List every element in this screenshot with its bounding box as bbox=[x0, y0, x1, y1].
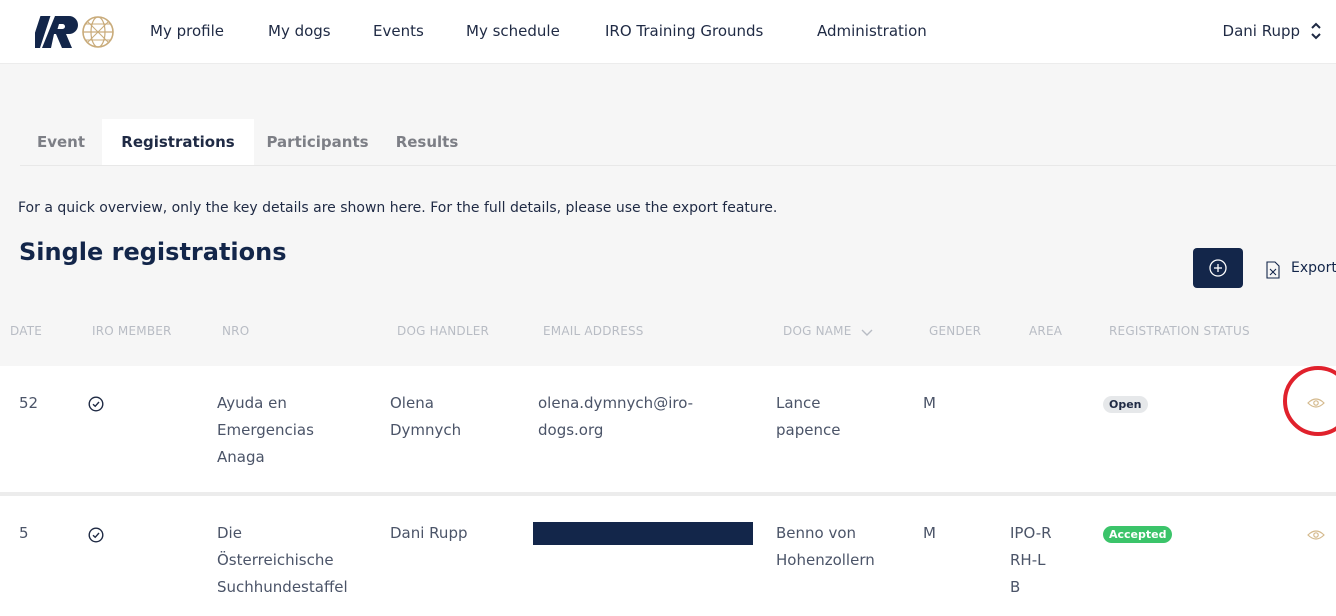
user-menu[interactable]: Dani Rupp bbox=[1223, 22, 1300, 40]
nav-iro-training-grounds[interactable]: IRO Training Grounds bbox=[605, 22, 763, 40]
nav-events[interactable]: Events bbox=[373, 22, 424, 40]
excel-file-icon bbox=[1266, 261, 1280, 279]
plus-circle-icon bbox=[1209, 259, 1227, 277]
dog-name-header-label: DOG NAME bbox=[783, 324, 852, 338]
area-line: B bbox=[1010, 578, 1021, 596]
column-header-gender[interactable]: GENDER bbox=[929, 324, 981, 338]
section-title: Single registrations bbox=[19, 238, 287, 266]
dog-name-cell: Lance papence bbox=[776, 390, 840, 444]
dog-handler-cell: Dani Rupp bbox=[390, 520, 467, 547]
dog-name-line: Benno von bbox=[776, 524, 857, 542]
nro-line: Die bbox=[217, 524, 242, 542]
nav-administration[interactable]: Administration bbox=[817, 22, 927, 40]
export-label: Export bbox=[1291, 260, 1336, 276]
nro-line: Ayuda en bbox=[217, 394, 287, 412]
dog-name-line: papence bbox=[776, 421, 841, 439]
column-header-dog-handler[interactable]: DOG HANDLER bbox=[397, 324, 489, 338]
status-badge: Accepted bbox=[1103, 526, 1173, 543]
check-circle-icon bbox=[88, 527, 104, 543]
gender-cell: M bbox=[923, 524, 936, 542]
handler-line: Olena bbox=[390, 394, 434, 412]
nro-line: Österreichische bbox=[217, 551, 334, 569]
table-row: 5 Die Österreichische Suchhundestaffel D… bbox=[0, 496, 1336, 616]
chevron-up-down-icon[interactable] bbox=[1308, 20, 1324, 42]
table-row: 52 Ayuda en Emergencias Anaga Olena Dymn… bbox=[0, 366, 1336, 492]
chevron-down-icon bbox=[861, 329, 873, 336]
check-circle-icon bbox=[88, 396, 104, 412]
dog-name-cell: Benno von Hohenzollern bbox=[776, 520, 875, 574]
status-badge: Open bbox=[1103, 396, 1148, 413]
gender-cell: M bbox=[923, 394, 936, 412]
nav-my-dogs[interactable]: My dogs bbox=[268, 22, 331, 40]
email-line: dogs.org bbox=[538, 421, 604, 439]
column-header-iro-member[interactable]: IRO MEMBER bbox=[92, 324, 172, 338]
column-header-date[interactable]: DATE bbox=[10, 324, 42, 338]
area-cell: IPO-R RH-L B bbox=[1010, 520, 1052, 601]
nro-line: Suchhundestaffel bbox=[217, 578, 348, 596]
column-header-dog-name[interactable]: DOG NAME bbox=[783, 324, 874, 338]
add-registration-button[interactable] bbox=[1193, 248, 1243, 288]
area-line: IPO-R bbox=[1010, 524, 1052, 542]
area-line: RH-L bbox=[1010, 551, 1046, 569]
dog-name-line: Hohenzollern bbox=[776, 551, 875, 569]
column-header-nro[interactable]: NRO bbox=[222, 324, 249, 338]
nav-my-profile[interactable]: My profile bbox=[150, 22, 224, 40]
eye-icon[interactable] bbox=[1307, 529, 1325, 541]
tab-participants[interactable]: Participants bbox=[254, 119, 381, 165]
dog-name-line: Lance bbox=[776, 394, 821, 412]
handler-line: Dani Rupp bbox=[390, 524, 468, 542]
handler-line: Dymnych bbox=[390, 421, 462, 439]
nav-my-schedule[interactable]: My schedule bbox=[466, 22, 560, 40]
redacted-email bbox=[533, 522, 753, 545]
column-header-registration-status[interactable]: REGISTRATION STATUS bbox=[1109, 324, 1250, 338]
date-cell: 5 bbox=[19, 524, 29, 542]
tab-results[interactable]: Results bbox=[381, 119, 473, 165]
iro-logo[interactable] bbox=[35, 12, 117, 52]
tab-event[interactable]: Event bbox=[20, 119, 102, 165]
column-header-area[interactable]: AREA bbox=[1029, 324, 1062, 338]
overview-info-text: For a quick overview, only the key detai… bbox=[18, 200, 778, 216]
dog-handler-cell: Olena Dymnych bbox=[390, 390, 461, 444]
nro-cell: Ayuda en Emergencias Anaga bbox=[217, 390, 314, 471]
date-cell: 52 bbox=[19, 394, 39, 412]
email-line: olena.dymnych@iro- bbox=[538, 394, 694, 412]
tab-registrations[interactable]: Registrations bbox=[102, 119, 254, 165]
nro-line: Anaga bbox=[217, 448, 265, 466]
top-navigation: My profile My dogs Events My schedule IR… bbox=[0, 0, 1336, 64]
email-cell: olena.dymnych@iro- dogs.org bbox=[538, 390, 693, 444]
column-header-email-address[interactable]: EMAIL ADDRESS bbox=[543, 324, 644, 338]
tabs-divider bbox=[20, 165, 1336, 166]
nro-cell: Die Österreichische Suchhundestaffel bbox=[217, 520, 348, 601]
nro-line: Emergencias bbox=[217, 421, 314, 439]
